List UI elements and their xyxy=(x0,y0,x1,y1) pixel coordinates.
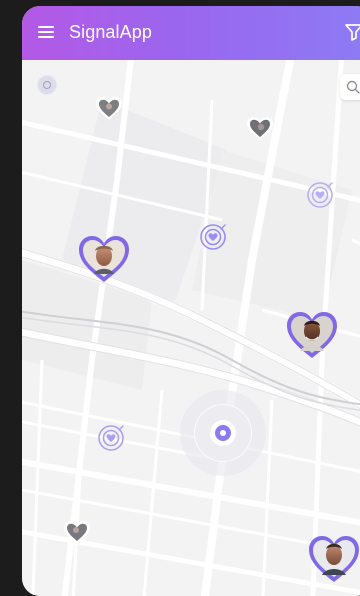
profile-marker[interactable] xyxy=(285,310,339,365)
app-bar: SignalApp xyxy=(22,6,360,60)
target-heart-icon[interactable] xyxy=(97,424,125,457)
menu-icon[interactable] xyxy=(38,26,54,38)
filter-icon[interactable] xyxy=(344,22,360,42)
heart-marker-gray[interactable] xyxy=(246,116,274,147)
heart-marker-gray[interactable] xyxy=(95,96,123,127)
locate-icon[interactable] xyxy=(37,75,57,95)
profile-marker[interactable] xyxy=(307,534,360,589)
target-heart-icon[interactable] xyxy=(199,223,227,256)
search-icon[interactable] xyxy=(340,74,360,100)
current-location-icon[interactable] xyxy=(180,390,266,476)
map-view[interactable] xyxy=(22,60,360,596)
heart-marker-gray[interactable] xyxy=(63,520,91,551)
profile-marker[interactable] xyxy=(77,234,131,289)
phone-frame: SignalApp xyxy=(22,6,360,596)
target-heart-icon[interactable] xyxy=(306,181,334,214)
app-title: SignalApp xyxy=(69,22,152,42)
